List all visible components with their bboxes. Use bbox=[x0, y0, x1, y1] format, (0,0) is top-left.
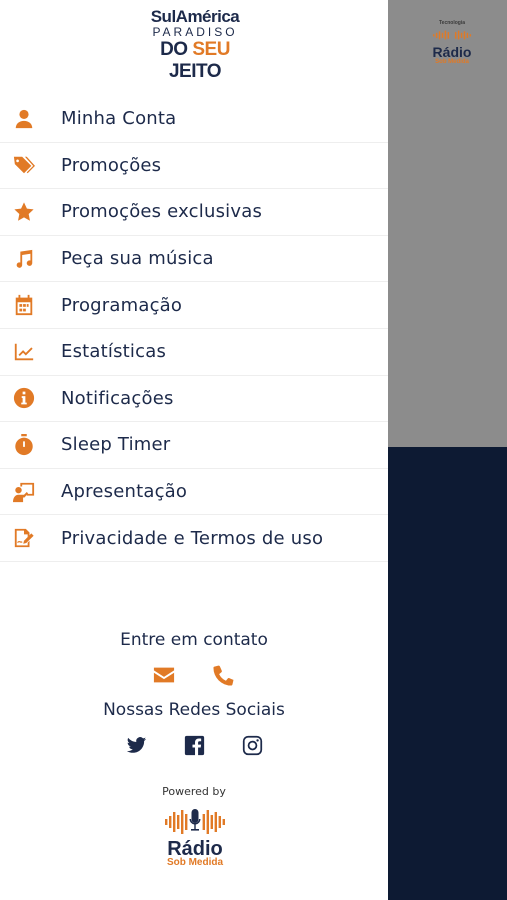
social-icons bbox=[0, 735, 388, 760]
stopwatch-icon bbox=[13, 433, 35, 456]
background-logo-word: Rádio bbox=[432, 44, 472, 60]
user-icon bbox=[13, 108, 35, 130]
soundwave-microphone-icon bbox=[165, 809, 225, 834]
menu-item-label: Notificações bbox=[61, 387, 174, 409]
powered-by-label: Powered by bbox=[162, 785, 226, 798]
background-logo-tag: Tecnologia bbox=[438, 20, 466, 26]
background-player-area: Tecnologia Rádio Sob Medida bbox=[388, 0, 507, 900]
menu-item-label: Apresentação bbox=[61, 481, 188, 503]
menu-item-label: Promoções exclusivas bbox=[61, 201, 263, 223]
background-soundwave-icon bbox=[432, 30, 472, 40]
brand-line-3-c: JEITO bbox=[168, 61, 222, 82]
background-logo-sub: Sob Medida bbox=[435, 59, 469, 65]
radio-sob-medida-logo: Rádio Sob Medida bbox=[159, 806, 231, 868]
menu-item-apresentacao[interactable]: Apresentação bbox=[0, 469, 388, 516]
menu-item-label: Promoções bbox=[61, 154, 162, 176]
footer-logo-sub: Sob Medida bbox=[166, 857, 224, 868]
menu-item-label: Minha Conta bbox=[61, 108, 177, 130]
twitter-icon[interactable] bbox=[126, 735, 147, 760]
footer-logo-word: Rádio bbox=[167, 838, 223, 860]
background-gray-panel: Tecnologia Rádio Sob Medida bbox=[388, 0, 507, 447]
navigation-drawer: SulAmérica PARADISO DO SEU JEITO Minha C… bbox=[0, 0, 388, 880]
menu-item-minha-conta[interactable]: Minha Conta bbox=[0, 96, 388, 143]
drawer-menu: Minha Conta Promoções Promoções exclusiv… bbox=[0, 96, 388, 562]
contact-title: Entre em contato bbox=[120, 630, 268, 650]
background-radio-logo: Tecnologia Rádio Sob Medida bbox=[421, 20, 483, 65]
menu-item-privacidade[interactable]: Privacidade e Termos de uso bbox=[0, 515, 388, 562]
menu-item-sleep-timer[interactable]: Sleep Timer bbox=[0, 422, 388, 469]
brand-line-1: SulAmérica bbox=[150, 7, 240, 26]
envelope-icon[interactable] bbox=[153, 664, 175, 690]
instagram-icon[interactable] bbox=[242, 735, 263, 760]
menu-item-label: Sleep Timer bbox=[61, 434, 171, 456]
brand-line-3-a: DO bbox=[160, 39, 193, 60]
menu-item-peca-sua-musica[interactable]: Peça sua música bbox=[0, 236, 388, 283]
menu-item-label: Peça sua música bbox=[61, 248, 214, 270]
menu-item-estatisticas[interactable]: Estatísticas bbox=[0, 329, 388, 376]
star-icon bbox=[13, 201, 35, 223]
background-navy-panel bbox=[388, 447, 507, 900]
brand-line-3-b: SEU bbox=[192, 39, 230, 60]
menu-item-notificacoes[interactable]: Notificações bbox=[0, 376, 388, 423]
facebook-icon[interactable] bbox=[184, 735, 205, 760]
brand-line-2: PARADISO bbox=[152, 25, 238, 39]
menu-item-label: Programação bbox=[61, 294, 183, 316]
chart-line-icon bbox=[13, 341, 35, 363]
contact-icons bbox=[0, 664, 388, 690]
music-icon bbox=[13, 248, 35, 270]
signature-icon bbox=[13, 527, 35, 549]
menu-item-programacao[interactable]: Programação bbox=[0, 282, 388, 329]
tags-icon bbox=[13, 154, 35, 176]
social-title: Nossas Redes Sociais bbox=[103, 700, 285, 720]
phone-icon[interactable] bbox=[213, 664, 235, 690]
brand-logo: SulAmérica PARADISO DO SEU JEITO bbox=[140, 7, 250, 83]
menu-item-promocoes[interactable]: Promoções bbox=[0, 143, 388, 190]
menu-item-label: Privacidade e Termos de uso bbox=[61, 527, 324, 549]
info-icon bbox=[13, 387, 35, 409]
presenter-icon bbox=[13, 481, 35, 503]
menu-item-promocoes-exclusivas[interactable]: Promoções exclusivas bbox=[0, 189, 388, 236]
menu-item-label: Estatísticas bbox=[61, 341, 167, 363]
calendar-icon bbox=[13, 294, 35, 316]
brand-line-3: DO SEU JEITO bbox=[140, 39, 250, 83]
